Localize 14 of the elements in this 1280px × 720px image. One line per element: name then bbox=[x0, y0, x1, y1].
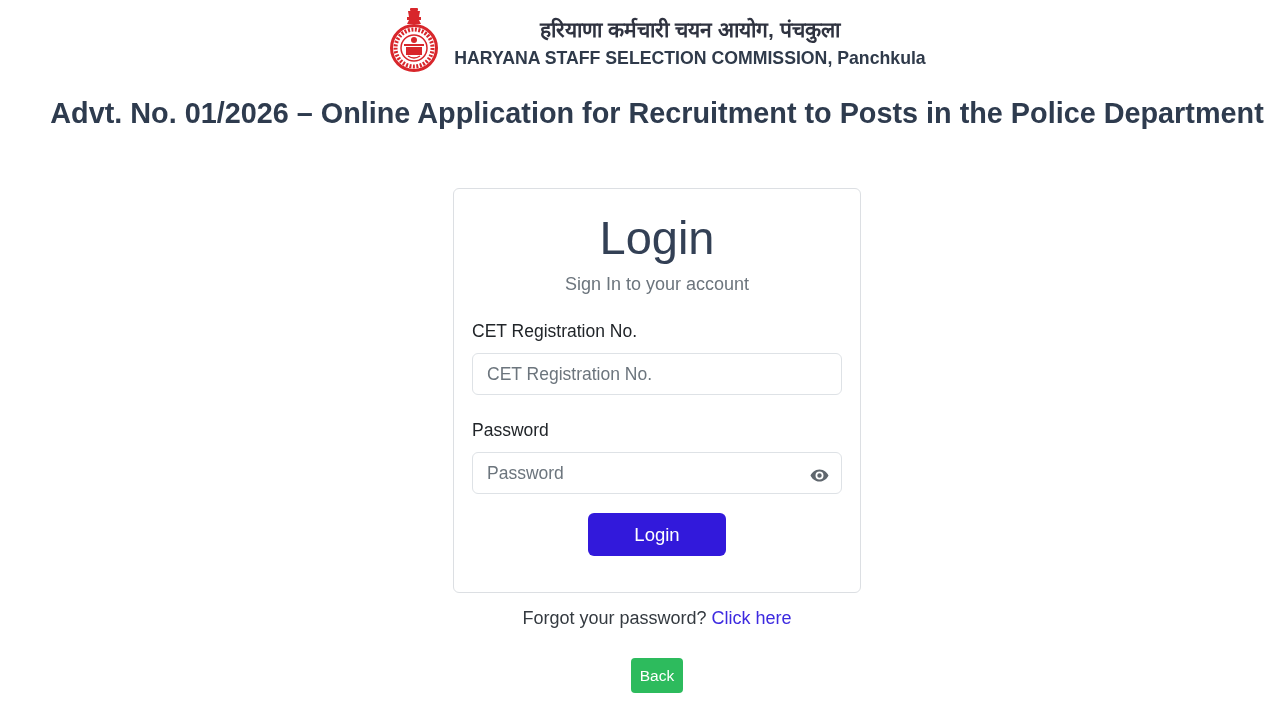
login-subtitle: Sign In to your account bbox=[563, 273, 751, 296]
field-label: CET Registration No. bbox=[472, 320, 638, 343]
click-here-link[interactable]: Click here bbox=[711, 608, 792, 628]
field-label: Password bbox=[472, 419, 549, 442]
page-title: Advt. No. 01/2026 – Online Application for Recruitment to Posts in the Police Department bbox=[50, 96, 1264, 130]
commission-name: HARYANA STAFF SELECTION COMMISSION, Panchkula bbox=[454, 47, 926, 69]
eye-icon[interactable] bbox=[810, 469, 829, 482]
login-button[interactable]: Login bbox=[588, 513, 726, 556]
login-heading: Login bbox=[598, 210, 716, 266]
forgot-password-text: Forgot your password? Click here bbox=[522, 607, 792, 630]
commission-name-hindi: हरियाणा कर्मचारी चयन आयोग, पंचकुला bbox=[540, 17, 840, 43]
input-field[interactable]: CET Registration No. bbox=[472, 353, 842, 395]
state-emblem-logo bbox=[388, 8, 441, 72]
password-field[interactable]: Password bbox=[472, 452, 842, 494]
